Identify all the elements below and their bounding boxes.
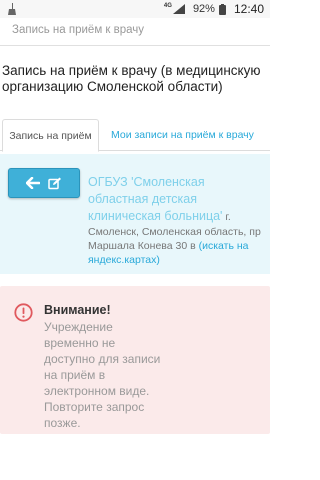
organization-card: ОГБУЗ 'Смоленская областная детская клин… <box>0 154 270 274</box>
select-organization-button[interactable] <box>8 168 80 198</box>
top-bar-title: Запись на приём к врачу <box>12 24 145 36</box>
tab-appointment[interactable]: Запись на приём <box>2 119 99 152</box>
organization-name[interactable]: ОГБУЗ 'Смоленская областная детская клин… <box>88 175 222 223</box>
tab-my-appointments[interactable]: Мои записи на приём к врачу <box>111 119 254 151</box>
battery-icon <box>218 3 226 15</box>
alert-text: Учреждение временно не доступно для запи… <box>44 320 161 430</box>
organization-info: ОГБУЗ 'Смоленская областная детская клин… <box>88 174 266 267</box>
page-title: Запись на приём к врачу (в медицинскую о… <box>2 63 261 94</box>
status-bar: 4G 92% 12:40 <box>0 0 270 18</box>
network-type: 4G <box>163 3 172 9</box>
exclamation-circle-icon <box>14 303 33 322</box>
broom-icon <box>8 3 16 15</box>
alert-title: Внимание! <box>44 303 111 317</box>
clock: 12:40 <box>233 2 264 16</box>
signal-icon <box>172 4 185 14</box>
page-footer-space <box>0 434 270 480</box>
tab-bar: Запись на приём Мои записи на приём к вр… <box>0 119 270 152</box>
top-bar: Запись на приём к врачу <box>0 18 270 46</box>
arrow-left-icon <box>26 177 40 189</box>
warning-alert: Внимание! Учреждение временно не доступн… <box>0 286 270 434</box>
battery-percent: 92% <box>192 3 215 15</box>
edit-icon <box>48 177 61 189</box>
